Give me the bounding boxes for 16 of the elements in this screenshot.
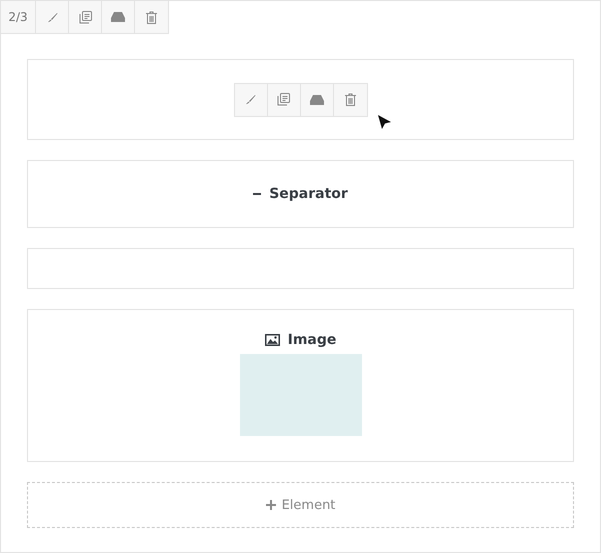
copy-icon — [78, 10, 92, 24]
trash-icon — [146, 10, 157, 24]
plus-icon — [266, 500, 276, 510]
image-icon — [264, 334, 280, 346]
drive-icon — [310, 94, 324, 104]
minus-icon — [253, 193, 262, 195]
image-panel[interactable]: Image — [27, 309, 574, 462]
brush-icon — [46, 12, 58, 22]
trash-icon — [344, 93, 356, 106]
cursor-icon — [378, 115, 392, 130]
brush-icon — [245, 94, 256, 105]
drive-icon — [111, 12, 125, 22]
copy-icon — [277, 93, 290, 106]
block-title: Separator — [269, 186, 348, 202]
separator-panel[interactable]: Separator — [27, 160, 574, 228]
block-title: Image — [288, 332, 336, 348]
